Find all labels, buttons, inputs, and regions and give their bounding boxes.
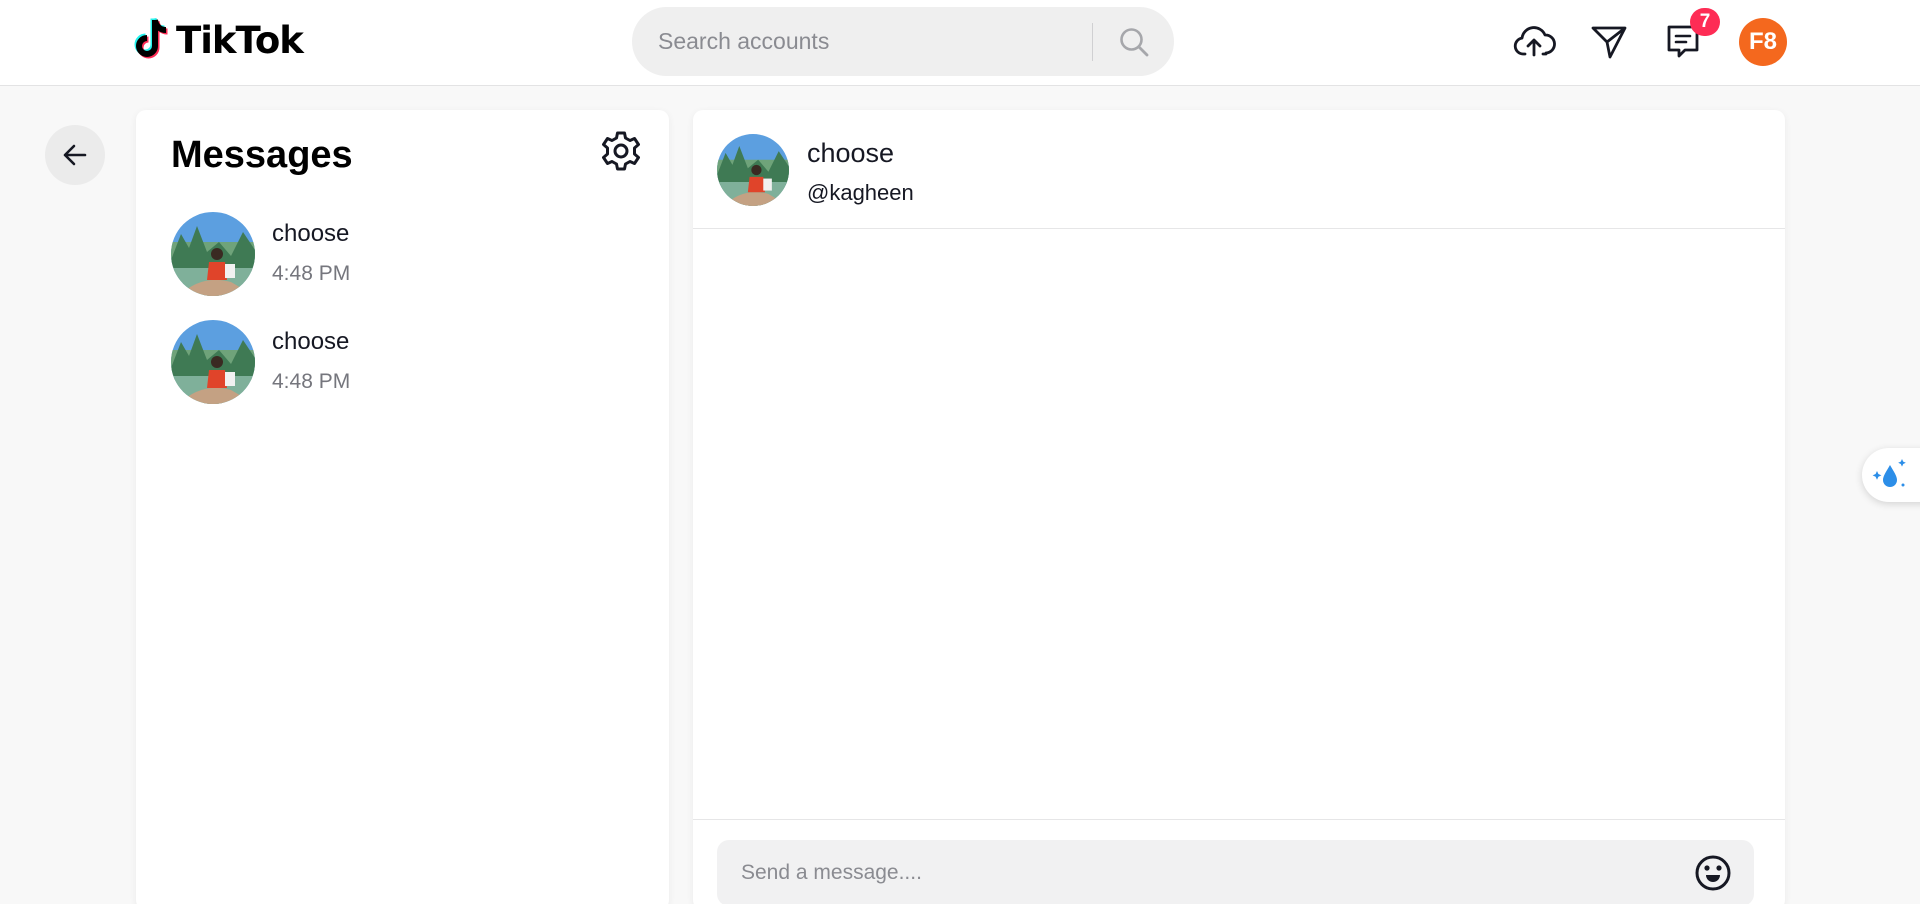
- conversation-item[interactable]: choose 4:48 PM: [171, 320, 641, 404]
- chat-header: choose @kagheen: [693, 110, 1785, 229]
- search-icon: [1120, 28, 1149, 57]
- droplet-sparkle-icon: [1872, 459, 1906, 487]
- conversation-time: 4:48 PM: [272, 370, 351, 393]
- chat-footer: [693, 819, 1785, 904]
- conversation-name: choose: [272, 220, 350, 247]
- avatar: [171, 212, 255, 296]
- back-button[interactable]: [45, 125, 105, 185]
- avatar[interactable]: [717, 134, 789, 206]
- search-divider: [1092, 23, 1093, 61]
- avatar-photo: [717, 134, 789, 206]
- chat-user-handle: @kagheen: [807, 180, 914, 205]
- message-input[interactable]: [741, 840, 1661, 904]
- tiktok-logo[interactable]: TikTok: [132, 16, 304, 64]
- upload-cloud-icon: [1513, 26, 1556, 57]
- search-input[interactable]: [658, 7, 1078, 76]
- send-icon: [1591, 26, 1627, 59]
- avatar-photo: [171, 320, 255, 404]
- search-button[interactable]: [1108, 19, 1160, 65]
- avatar-photo: [171, 212, 255, 296]
- message-composer: [717, 840, 1754, 904]
- gear-icon[interactable]: [599, 129, 643, 173]
- search-bar: [632, 7, 1174, 76]
- conversation-time: 4:48 PM: [272, 262, 351, 285]
- direct-messages-button[interactable]: [1585, 18, 1633, 66]
- chat-user-name[interactable]: choose: [807, 138, 894, 169]
- conversation-name: choose: [272, 328, 350, 355]
- user-avatar[interactable]: F8: [1739, 18, 1787, 66]
- upload-button[interactable]: [1511, 18, 1559, 66]
- floating-sidebar-tab[interactable]: [1862, 448, 1920, 502]
- arrow-left-icon: [63, 144, 87, 166]
- message-thread[interactable]: [693, 230, 1785, 819]
- top-navbar: TikTok 7 F8: [0, 0, 1920, 86]
- avatar: [171, 320, 255, 404]
- chat-panel: choose @kagheen: [693, 110, 1785, 904]
- notification-badge: 7: [1690, 8, 1720, 36]
- emoji-icon[interactable]: [1693, 853, 1733, 893]
- tiktok-logo-icon: [134, 17, 168, 59]
- conversation-item[interactable]: choose 4:48 PM: [171, 212, 641, 296]
- brand-name: TikTok: [176, 18, 304, 62]
- messages-list-panel: Messages choose 4:48 PM choose 4:48 PM: [136, 110, 669, 904]
- page-title: Messages: [171, 134, 353, 176]
